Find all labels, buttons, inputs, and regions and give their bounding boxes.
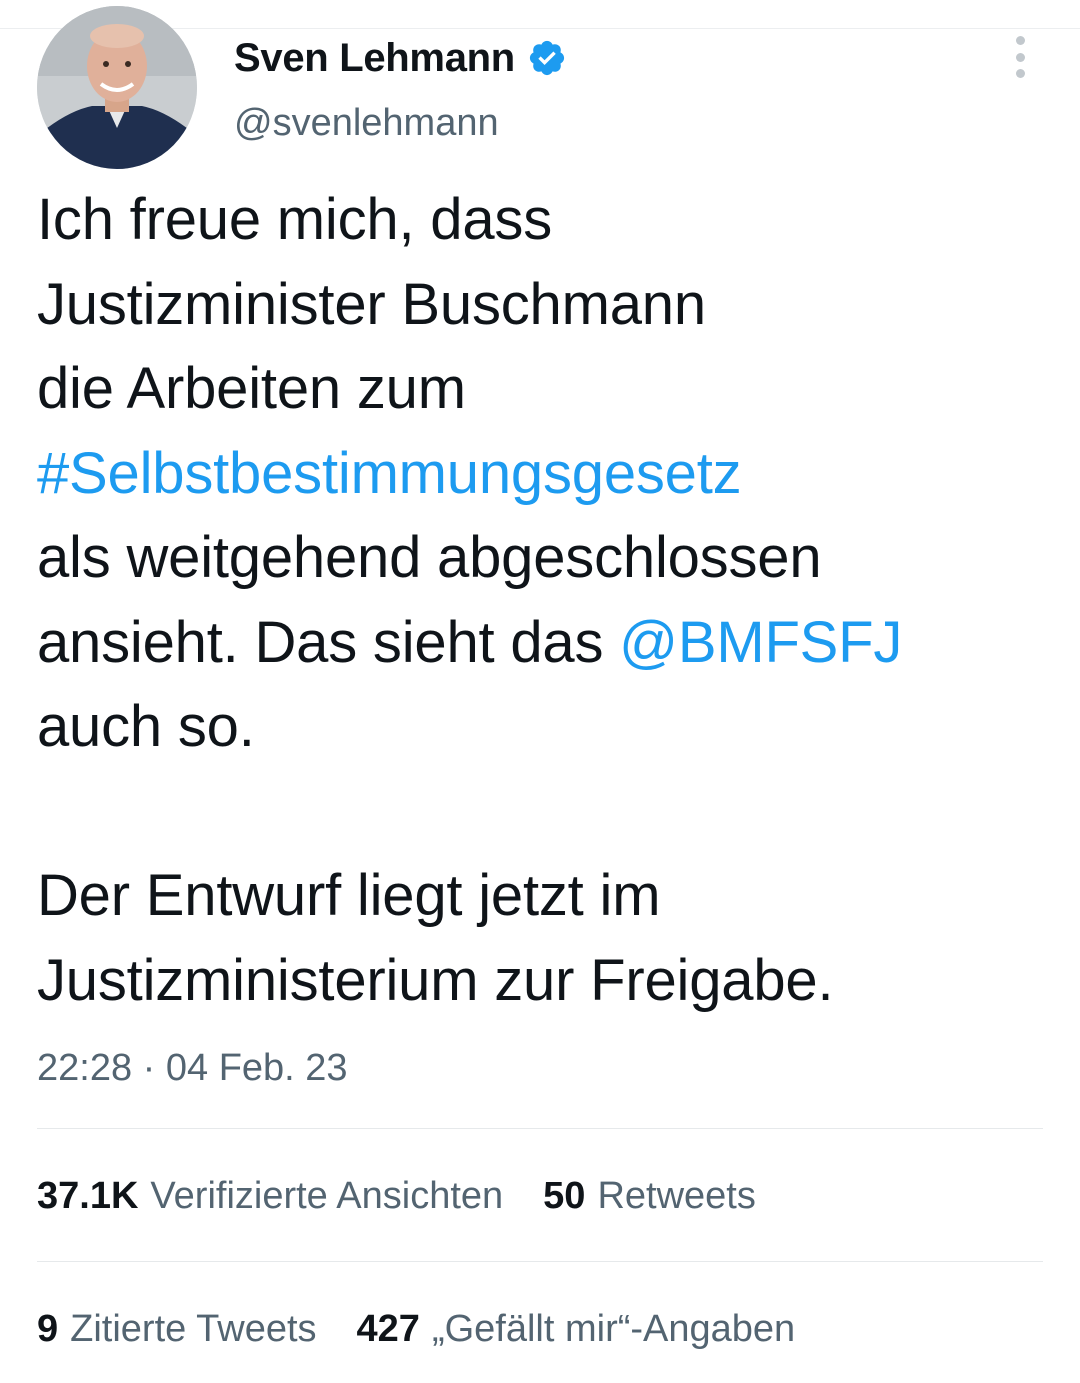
likes-count: 427	[356, 1308, 420, 1350]
tweet-line: auch so.	[37, 694, 255, 759]
meta-separator: ·	[142, 1047, 156, 1089]
tweet-text: Ich freue mich, dass Justizminister Busc…	[37, 178, 1047, 1023]
stats-row-2: 9 Zitierte Tweets 427 „Gefällt mir“-Angabe…	[37, 1305, 795, 1353]
stats-divider-middle	[37, 1261, 1043, 1262]
stats-divider-top	[37, 1128, 1043, 1129]
likes-label: „Gefällt mir“-Angaben	[431, 1308, 796, 1350]
author-display-name[interactable]: Sven Lehmann	[234, 34, 567, 82]
retweets-stat[interactable]: 50 Retweets	[543, 1172, 756, 1220]
tweet-time: 22:28	[37, 1047, 133, 1089]
retweets-label: Retweets	[597, 1175, 756, 1217]
views-stat[interactable]: 37.1K Verifizierte Ansichten	[37, 1172, 503, 1220]
tweet-line: Der Entwurf liegt jetzt im	[37, 863, 661, 928]
dot	[1015, 36, 1025, 45]
avatar-photo	[37, 6, 197, 169]
author-handle[interactable]: @svenlehmann	[234, 99, 499, 147]
retweets-count: 50	[543, 1175, 586, 1217]
likes-stat[interactable]: 427 „Gefällt mir“-Angaben	[357, 1305, 796, 1353]
tweet-timestamp[interactable]: 22:28 · 04 Feb. 23	[37, 1044, 348, 1092]
dot	[1015, 69, 1025, 78]
views-count: 37.1K	[37, 1175, 139, 1217]
tweet-date: 04 Feb. 23	[165, 1047, 348, 1089]
mention-link[interactable]: @BMFSFJ	[619, 610, 902, 675]
tweet-line-text: ansieht. Das sieht das	[37, 609, 620, 675]
quotes-count: 9	[37, 1308, 59, 1350]
verified-badge-icon	[527, 38, 567, 78]
tweet-line: als weitgehend abgeschlossen	[37, 525, 822, 590]
tweet-line: Ich freue mich, dass	[37, 187, 552, 252]
views-label: Verifizierte Ansichten	[150, 1175, 504, 1217]
stats-row-1: 37.1K Verifizierte Ansichten 50 Retweets	[37, 1172, 756, 1220]
tweet-line: die Arbeiten zum	[37, 356, 466, 421]
quotes-stat[interactable]: 9 Zitierte Tweets	[37, 1305, 317, 1353]
more-options-icon[interactable]	[1005, 36, 1035, 78]
avatar[interactable]	[37, 6, 197, 169]
hashtag-link[interactable]: #Selbstbestimmungsgesetz	[37, 441, 742, 506]
dot	[1015, 52, 1025, 62]
tweet-line: Justizminister Buschmann	[37, 271, 706, 337]
quotes-label: Zitierte Tweets	[70, 1308, 317, 1350]
tweet-line: Justizministerium zur Freigabe.	[37, 947, 834, 1013]
author-name-text: Sven Lehmann	[234, 36, 515, 80]
